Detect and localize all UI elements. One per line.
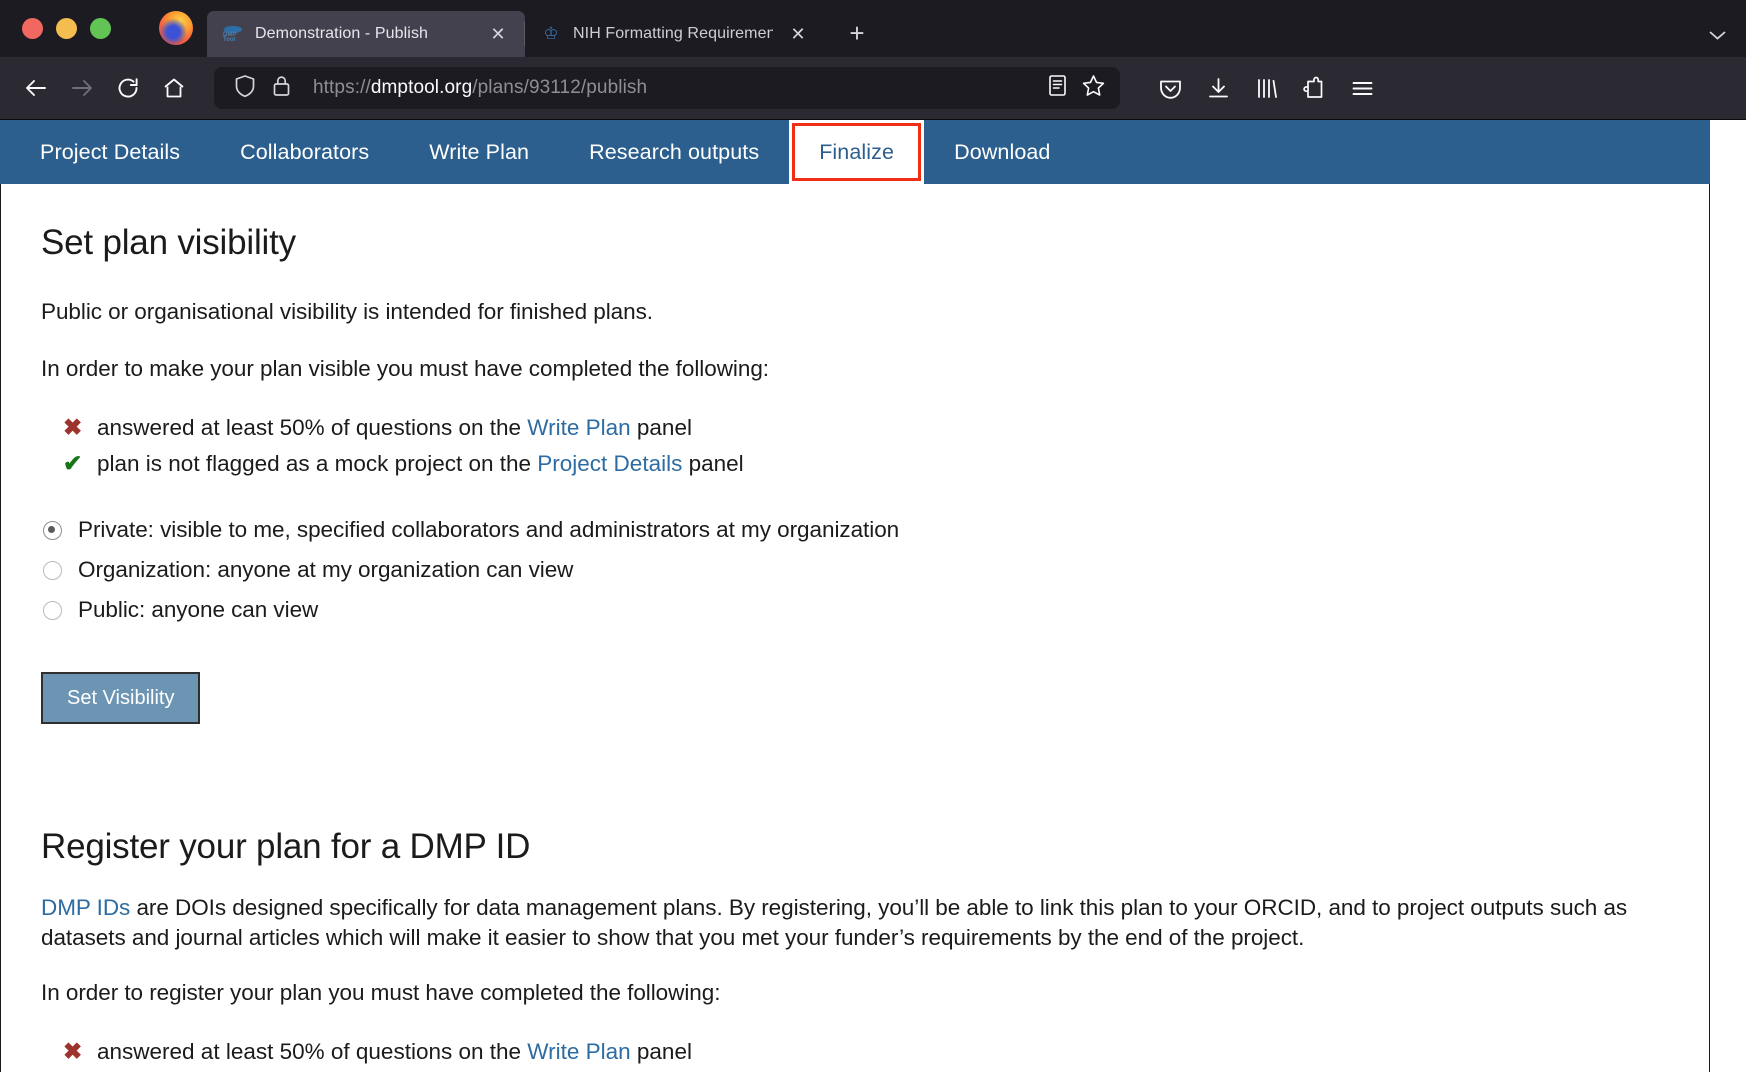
tab-project-details[interactable]: Project Details [0,120,210,184]
tab-title: Demonstration - Publish [255,25,429,42]
close-tab-icon[interactable]: ✕ [485,21,511,47]
close-tab-icon[interactable]: ✕ [785,21,811,47]
bookmark-star-icon[interactable] [1081,73,1106,103]
dmp-id-description: DMP IDs are DOIs designed specifically f… [41,894,1628,950]
requirement-text: answered at least 50% of questions on th… [97,415,692,441]
visibility-requirements-intro: In order to make your plan visible you m… [41,356,769,382]
set-visibility-button[interactable]: Set Visibility [41,672,201,725]
tab-label: Finalize [819,139,895,164]
tab-finalize[interactable]: Finalize [789,120,925,184]
requirement-text: answered at least 50% of questions on th… [97,1039,692,1065]
address-bar-icons [234,74,291,103]
radio-label: Private: visible to me, specified collab… [78,517,900,543]
tab-list: DMP Tool Demonstration - Publish ✕ ♔ NIH … [207,0,875,57]
url-text: https://dmptool.org/plans/93112/publish [313,77,648,98]
tab-download[interactable]: Download [924,120,1080,184]
tab-research-outputs[interactable]: Research outputs [559,120,789,184]
radio-option-private[interactable]: Private: visible to me, specified collab… [43,516,1669,544]
write-plan-link[interactable]: Write Plan [527,1039,630,1064]
downloads-icon[interactable] [1198,68,1238,108]
minimize-window-button[interactable] [56,18,77,39]
radio-option-public[interactable]: Public: anyone can view [43,596,1669,624]
plan-nav-tabs: Project Details Collaborators Write Plan… [0,120,1710,184]
tab-label: Research outputs [589,139,760,164]
cross-icon: ✖ [63,414,83,441]
visibility-requirements-list: ✖ answered at least 50% of questions on … [41,410,1669,482]
browser-toolbar: https://dmptool.org/plans/93112/publish [0,57,1746,119]
browser-window: DMP Tool Demonstration - Publish ✕ ♔ NIH … [0,0,1746,1072]
tab-collaborators[interactable]: Collaborators [210,120,399,184]
firefox-logo-icon [159,11,193,45]
hamburger-menu-icon[interactable] [1342,68,1382,108]
page-viewport: Project Details Collaborators Write Plan… [0,119,1746,1072]
register-dmp-id-heading: Register your plan for a DMP ID [41,827,531,867]
dmp-ids-link[interactable]: DMP IDs [41,895,130,920]
requirement-item: ✖ answered at least 50% of questions on … [63,410,1669,446]
tab-strip-right [1696,25,1738,57]
lock-icon[interactable] [272,74,291,103]
write-plan-link[interactable]: Write Plan [527,415,630,440]
address-bar-actions [1046,73,1110,103]
set-plan-visibility-heading: Set plan visibility [41,223,296,262]
visibility-intro-text: Public or organisational visibility is i… [41,298,653,324]
toolbar-actions [1150,68,1382,108]
requirement-item: ✔ plan is not flagged as a mock project … [63,446,1669,482]
requirement-text: plan is not flagged as a mock project on… [97,451,744,477]
radio-label: Public: anyone can view [78,597,319,623]
dmp-requirements-list: ✖ answered at least 50% of questions on … [41,1034,1669,1072]
new-tab-button[interactable]: + [839,15,875,51]
address-bar[interactable]: https://dmptool.org/plans/93112/publish [214,67,1120,109]
tab-label: Project Details [40,139,181,164]
reader-view-icon[interactable] [1046,73,1069,103]
tab-label: Write Plan [429,139,530,164]
dmptool-favicon-icon: DMP Tool [223,24,243,44]
tab-strip: DMP Tool Demonstration - Publish ✕ ♔ NIH … [0,0,1746,57]
tab-title: NIH Formatting Requirements an [573,25,773,42]
radio-option-organization[interactable]: Organization: anyone at my organization … [43,556,1669,584]
project-details-link[interactable]: Project Details [537,451,682,476]
home-button[interactable] [154,68,194,108]
radio-label: Organization: anyone at my organization … [78,557,574,583]
extensions-icon[interactable] [1294,68,1334,108]
tab-write-plan[interactable]: Write Plan [399,120,559,184]
reload-button[interactable] [108,68,148,108]
pocket-icon[interactable] [1150,68,1190,108]
cross-icon: ✖ [63,1038,83,1065]
tab-label: Collaborators [240,139,370,164]
window-controls [22,18,111,57]
close-window-button[interactable] [22,18,43,39]
tab-label: Download [954,139,1051,164]
maximize-window-button[interactable] [90,18,111,39]
library-icon[interactable] [1246,68,1286,108]
chevron-down-icon[interactable] [1696,25,1738,47]
dmp-requirements-intro: In order to register your plan you must … [41,980,721,1006]
browser-tab-inactive[interactable]: ♔ NIH Formatting Requirements an ✕ [524,11,825,57]
back-button[interactable] [16,68,56,108]
radio-button[interactable] [43,560,62,580]
radio-button[interactable] [43,520,62,540]
finalize-panel: Set plan visibility Public or organisati… [0,184,1710,1072]
check-icon: ✔ [63,450,83,477]
shield-icon[interactable] [234,74,256,103]
crown-favicon-icon: ♔ [543,24,559,43]
radio-button[interactable] [43,600,62,620]
forward-button[interactable] [62,68,102,108]
requirement-item: ✖ answered at least 50% of questions on … [63,1034,1669,1070]
visibility-radio-group: Private: visible to me, specified collab… [41,516,1669,624]
browser-tab-active[interactable]: DMP Tool Demonstration - Publish ✕ [207,11,525,57]
dmptool-page: Project Details Collaborators Write Plan… [0,120,1746,1072]
